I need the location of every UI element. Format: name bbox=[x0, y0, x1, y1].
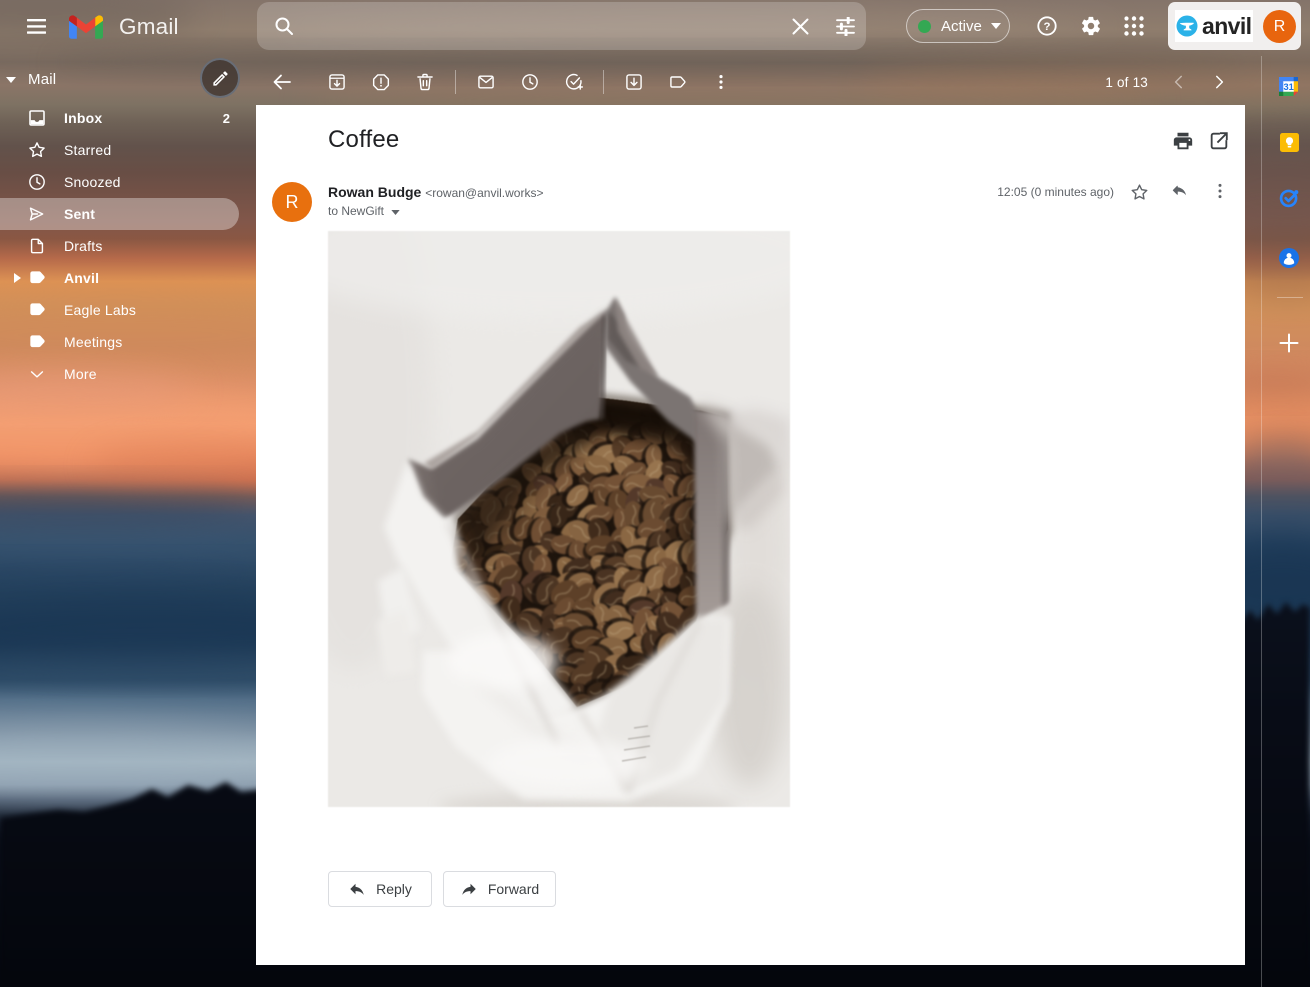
svg-text:?: ? bbox=[1044, 21, 1051, 33]
svg-text:31: 31 bbox=[1284, 82, 1294, 92]
